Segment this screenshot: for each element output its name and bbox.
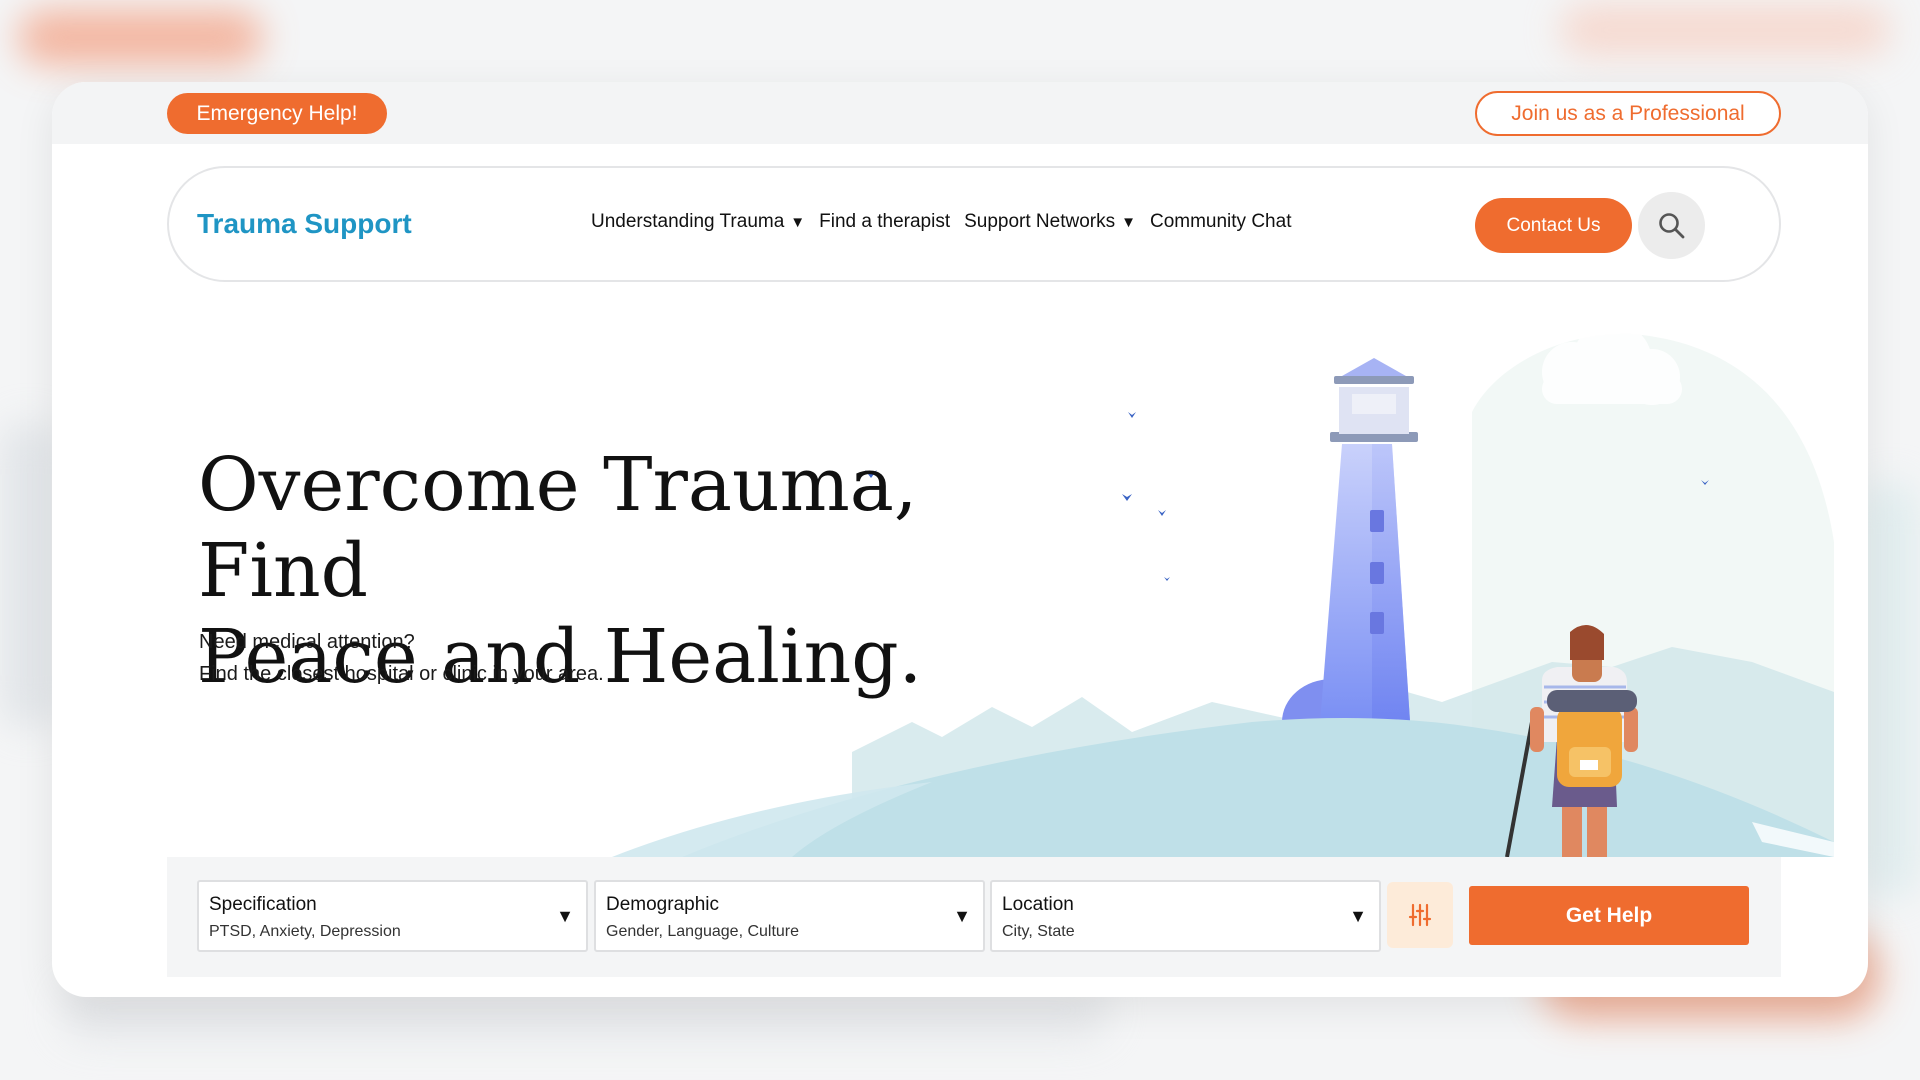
nav-label: Understanding Trauma	[591, 211, 785, 232]
background-blur	[18, 10, 263, 65]
hero-subtitle: Need medical attention? Find the closest…	[199, 626, 604, 690]
select-hint: PTSD, Anxiety, Depression	[209, 923, 401, 940]
specification-select[interactable]: Specification PTSD, Anxiety, Depression …	[197, 880, 588, 952]
nav-support-networks[interactable]: Support Networks ▼	[964, 211, 1136, 233]
select-label: Location	[1002, 894, 1074, 915]
caret-down-icon: ▼	[556, 906, 574, 926]
caret-down-icon: ▼	[1121, 213, 1136, 231]
search-icon	[1658, 212, 1684, 238]
background-blur	[1560, 5, 1890, 55]
demographic-select[interactable]: Demographic Gender, Language, Culture ▼	[594, 880, 985, 952]
caret-down-icon: ▼	[790, 213, 806, 231]
page-card: Emergency Help! Join us as a Professiona…	[52, 82, 1868, 997]
emergency-help-button[interactable]: Emergency Help!	[167, 93, 387, 134]
main-navbar: Trauma Support Understanding Trauma ▼ Fi…	[167, 166, 1781, 282]
location-select[interactable]: Location City, State ▼	[990, 880, 1381, 952]
sliders-icon	[1408, 903, 1432, 927]
hero-title-line1: Overcome Trauma, Find	[198, 442, 918, 614]
background-blur	[0, 420, 60, 730]
nav-label: Support Networks	[964, 211, 1116, 232]
select-hint: City, State	[1002, 923, 1075, 940]
search-panel: Specification PTSD, Anxiety, Depression …	[167, 857, 1781, 977]
contact-us-button[interactable]: Contact Us	[1475, 198, 1632, 253]
nav-label: Community Chat	[1149, 211, 1292, 232]
select-hint: Gender, Language, Culture	[606, 923, 800, 940]
nav-label: Find a therapist	[819, 211, 951, 232]
nav-community-chat[interactable]: Community Chat	[1150, 211, 1292, 233]
top-bar: Emergency Help! Join us as a Professiona…	[52, 82, 1868, 144]
search-button[interactable]	[1638, 192, 1705, 259]
nav-understanding-trauma[interactable]: Understanding Trauma ▼	[591, 211, 805, 233]
select-label: Specification	[209, 894, 317, 915]
select-label: Demographic	[606, 894, 719, 915]
join-professional-button[interactable]: Join us as a Professional	[1475, 91, 1781, 136]
nav-find-therapist[interactable]: Find a therapist	[819, 211, 950, 233]
caret-down-icon: ▼	[1349, 906, 1367, 926]
filter-button[interactable]	[1387, 882, 1453, 948]
background-blur	[1860, 480, 1920, 900]
nav-links: Understanding Trauma ▼ Find a therapist …	[591, 211, 1291, 233]
hero-subtitle-line2: Find the closest hospital or clinic in y…	[199, 663, 604, 685]
brand-logo[interactable]: Trauma Support	[197, 208, 412, 240]
hero-subtitle-line1: Need medical attention?	[199, 631, 415, 653]
get-help-button[interactable]: Get Help	[1469, 886, 1749, 945]
caret-down-icon: ▼	[953, 906, 971, 926]
